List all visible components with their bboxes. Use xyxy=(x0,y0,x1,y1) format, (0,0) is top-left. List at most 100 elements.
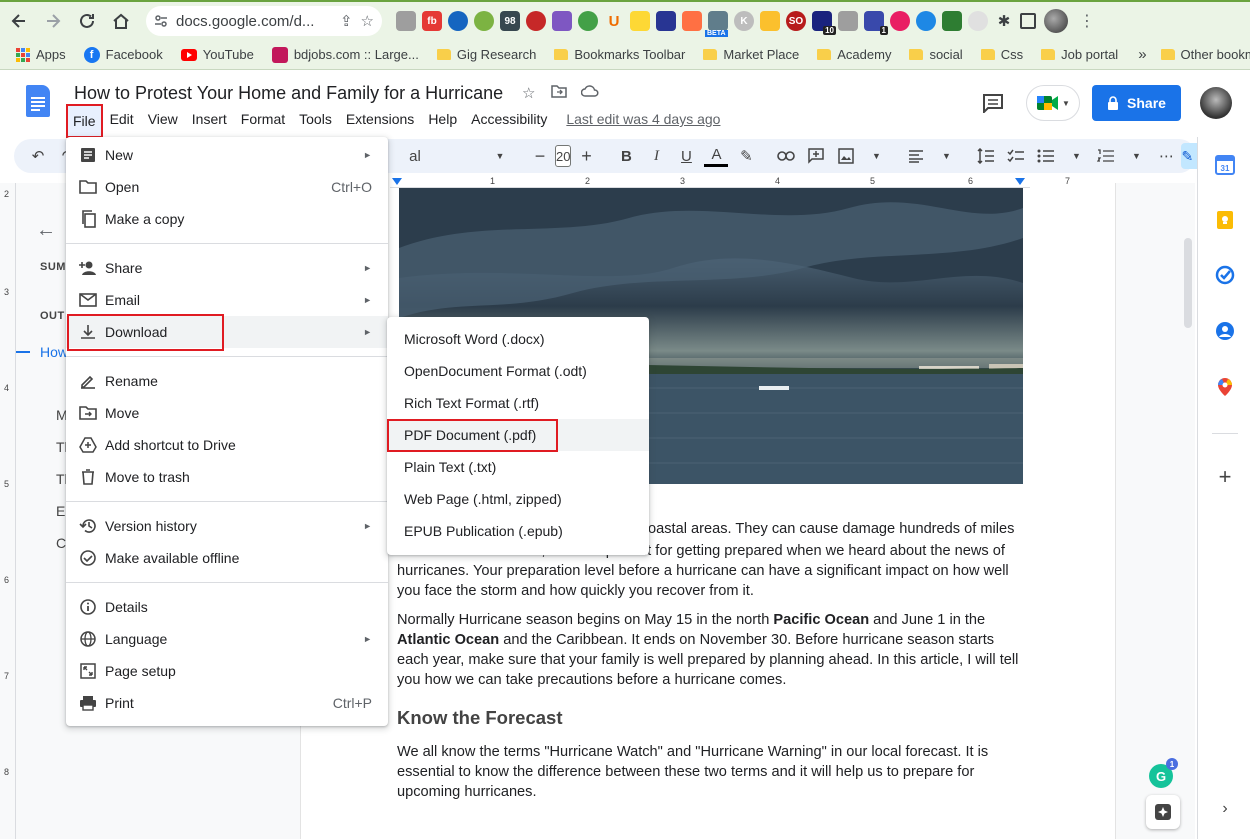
meet-button[interactable]: ▼ xyxy=(1026,85,1080,121)
comment-history-icon[interactable] xyxy=(982,93,1004,116)
font-size-increase-button[interactable]: + xyxy=(574,143,598,169)
docs-logo-icon[interactable] xyxy=(26,85,50,117)
bookmark-bdjobs[interactable]: bdjobs.com :: Large... xyxy=(271,46,419,63)
arrow-back-icon[interactable]: ← xyxy=(36,219,56,242)
extension-so-icon[interactable]: SO xyxy=(786,11,806,31)
bullet-dropdown-chevron-icon[interactable]: ▼ xyxy=(1064,143,1088,169)
download-html[interactable]: Web Page (.html, zipped) xyxy=(387,483,649,515)
account-avatar[interactable] xyxy=(1200,87,1232,119)
extension-robot-icon[interactable] xyxy=(942,11,962,31)
line-spacing-icon[interactable] xyxy=(974,143,998,169)
extension-cap-icon[interactable]: 10 xyxy=(812,11,836,35)
extension-fb-icon[interactable]: fb xyxy=(422,11,442,31)
bookmark-folder-job-portal[interactable]: Job portal xyxy=(1041,47,1118,62)
insert-image-icon[interactable] xyxy=(834,143,858,169)
extension-eyes-icon[interactable] xyxy=(630,11,650,31)
explore-button[interactable] xyxy=(1146,795,1180,829)
tasks-icon[interactable] xyxy=(1215,265,1235,285)
extension-c-icon[interactable]: 1 xyxy=(864,11,888,35)
scrollbar-thumb[interactable] xyxy=(1184,238,1192,328)
contacts-icon[interactable] xyxy=(1215,321,1235,341)
calendar-icon[interactable]: 31 xyxy=(1215,155,1235,175)
download-txt[interactable]: Plain Text (.txt) xyxy=(387,451,649,483)
move-folder-icon[interactable] xyxy=(551,84,567,102)
browser-profile-avatar[interactable] xyxy=(1044,9,1068,33)
add-addon-plus-icon[interactable]: + xyxy=(1215,464,1235,489)
reload-button[interactable] xyxy=(72,6,102,36)
extension-w-icon[interactable] xyxy=(656,11,676,31)
maps-icon[interactable] xyxy=(1215,377,1235,397)
bookmark-facebook[interactable]: f Facebook xyxy=(83,46,163,63)
file-menu-version-history[interactable]: Version history ► xyxy=(66,510,388,542)
back-button[interactable] xyxy=(4,6,34,36)
file-menu-language[interactable]: Language ► xyxy=(66,623,388,655)
extension-play-icon[interactable] xyxy=(448,11,468,31)
font-size-input[interactable]: 20 xyxy=(555,145,572,167)
undo-icon[interactable]: ↶ xyxy=(26,143,50,169)
numbered-list-icon[interactable] xyxy=(1094,143,1118,169)
download-docx[interactable]: Microsoft Word (.docx) xyxy=(387,323,649,355)
file-menu-share[interactable]: Share ► xyxy=(66,252,388,284)
file-menu-open[interactable]: Open Ctrl+O xyxy=(66,171,388,203)
extension-k-icon[interactable]: K xyxy=(734,11,754,31)
extension-fi-icon[interactable] xyxy=(526,11,546,31)
file-menu-add-shortcut[interactable]: Add shortcut to Drive xyxy=(66,429,388,461)
browser-menu-button[interactable]: ⋮ xyxy=(1072,6,1102,36)
last-edit-link[interactable]: Last edit was 4 days ago xyxy=(566,109,720,143)
file-menu-print[interactable]: Print Ctrl+P xyxy=(66,687,388,719)
bookmark-apps[interactable]: Apps xyxy=(16,47,66,62)
file-menu-email[interactable]: Email ► xyxy=(66,284,388,316)
document-title[interactable]: How to Protest Your Home and Family for … xyxy=(74,83,503,104)
align-icon[interactable] xyxy=(904,143,928,169)
bookmark-star-icon[interactable]: ☆ xyxy=(361,12,374,30)
file-menu-make-available-offline[interactable]: Make available offline xyxy=(66,542,388,574)
bulleted-list-icon[interactable] xyxy=(1034,143,1058,169)
bookmark-folder-css[interactable]: Css xyxy=(980,47,1023,62)
address-bar[interactable]: docs.google.com/d... ⇪ ☆ xyxy=(146,6,382,36)
download-epub[interactable]: EPUB Publication (.epub) xyxy=(387,515,649,547)
extension-circle-icon[interactable] xyxy=(916,11,936,31)
image-dropdown-chevron-icon[interactable]: ▼ xyxy=(864,143,888,169)
bookmark-youtube[interactable]: YouTube xyxy=(180,47,254,62)
left-indent-marker[interactable] xyxy=(392,178,402,185)
highlight-color-icon[interactable]: ✎ xyxy=(734,143,758,169)
extension-gray-icon[interactable] xyxy=(396,11,416,31)
font-dropdown-chevron-icon[interactable]: ▼ xyxy=(488,143,512,169)
outline-item[interactable]: How xyxy=(40,344,68,360)
align-dropdown-chevron-icon[interactable]: ▼ xyxy=(934,143,958,169)
more-options-button[interactable]: ⋯ xyxy=(1154,143,1178,169)
file-menu-rename[interactable]: Rename xyxy=(66,365,388,397)
forward-button[interactable] xyxy=(38,6,68,36)
extension-ge-icon[interactable]: 98 xyxy=(500,11,520,31)
font-size-decrease-button[interactable]: − xyxy=(528,143,552,169)
extension-globe-icon[interactable] xyxy=(578,11,598,31)
file-menu-new[interactable]: New ► xyxy=(66,139,388,171)
bold-button[interactable]: B xyxy=(614,143,638,169)
download-rtf[interactable]: Rich Text Format (.rtf) xyxy=(387,387,649,419)
bookmark-folder-academy[interactable]: Academy xyxy=(817,47,891,62)
extension-bulb-icon[interactable] xyxy=(474,11,494,31)
bookmark-folder-gig-research[interactable]: Gig Research xyxy=(436,47,536,62)
extension-50-icon[interactable] xyxy=(682,11,702,31)
sidebar-toggle-icon[interactable] xyxy=(1020,13,1036,29)
extension-feather-icon[interactable] xyxy=(552,11,572,31)
file-menu-make-a-copy[interactable]: Make a copy xyxy=(66,203,388,235)
menu-file[interactable]: File xyxy=(66,104,103,138)
bookmark-folder-bookmarks-toolbar[interactable]: Bookmarks Toolbar xyxy=(554,47,685,62)
share-page-icon[interactable]: ⇪ xyxy=(340,12,353,30)
add-comment-icon[interactable] xyxy=(804,143,828,169)
bookmark-folder-social[interactable]: social xyxy=(909,47,963,62)
italic-button[interactable]: I xyxy=(644,143,668,169)
numbered-dropdown-chevron-icon[interactable]: ▼ xyxy=(1124,143,1148,169)
right-indent-marker[interactable] xyxy=(1015,178,1025,185)
extension-c2-icon[interactable] xyxy=(968,11,988,31)
extensions-puzzle-icon[interactable]: ✱ xyxy=(994,11,1014,31)
file-menu-details[interactable]: Details xyxy=(66,591,388,623)
extension-u-icon[interactable]: U xyxy=(604,11,624,31)
text-color-button[interactable]: A xyxy=(704,145,729,167)
bookmark-folder-market-place[interactable]: Market Place xyxy=(703,47,799,62)
collapse-panel-chevron-icon[interactable]: › xyxy=(1215,799,1235,819)
extension-code-icon[interactable] xyxy=(838,11,858,31)
bookmark-other-bookmarks[interactable]: Other bookmarks xyxy=(1160,47,1250,62)
star-icon[interactable]: ☆ xyxy=(522,84,535,102)
